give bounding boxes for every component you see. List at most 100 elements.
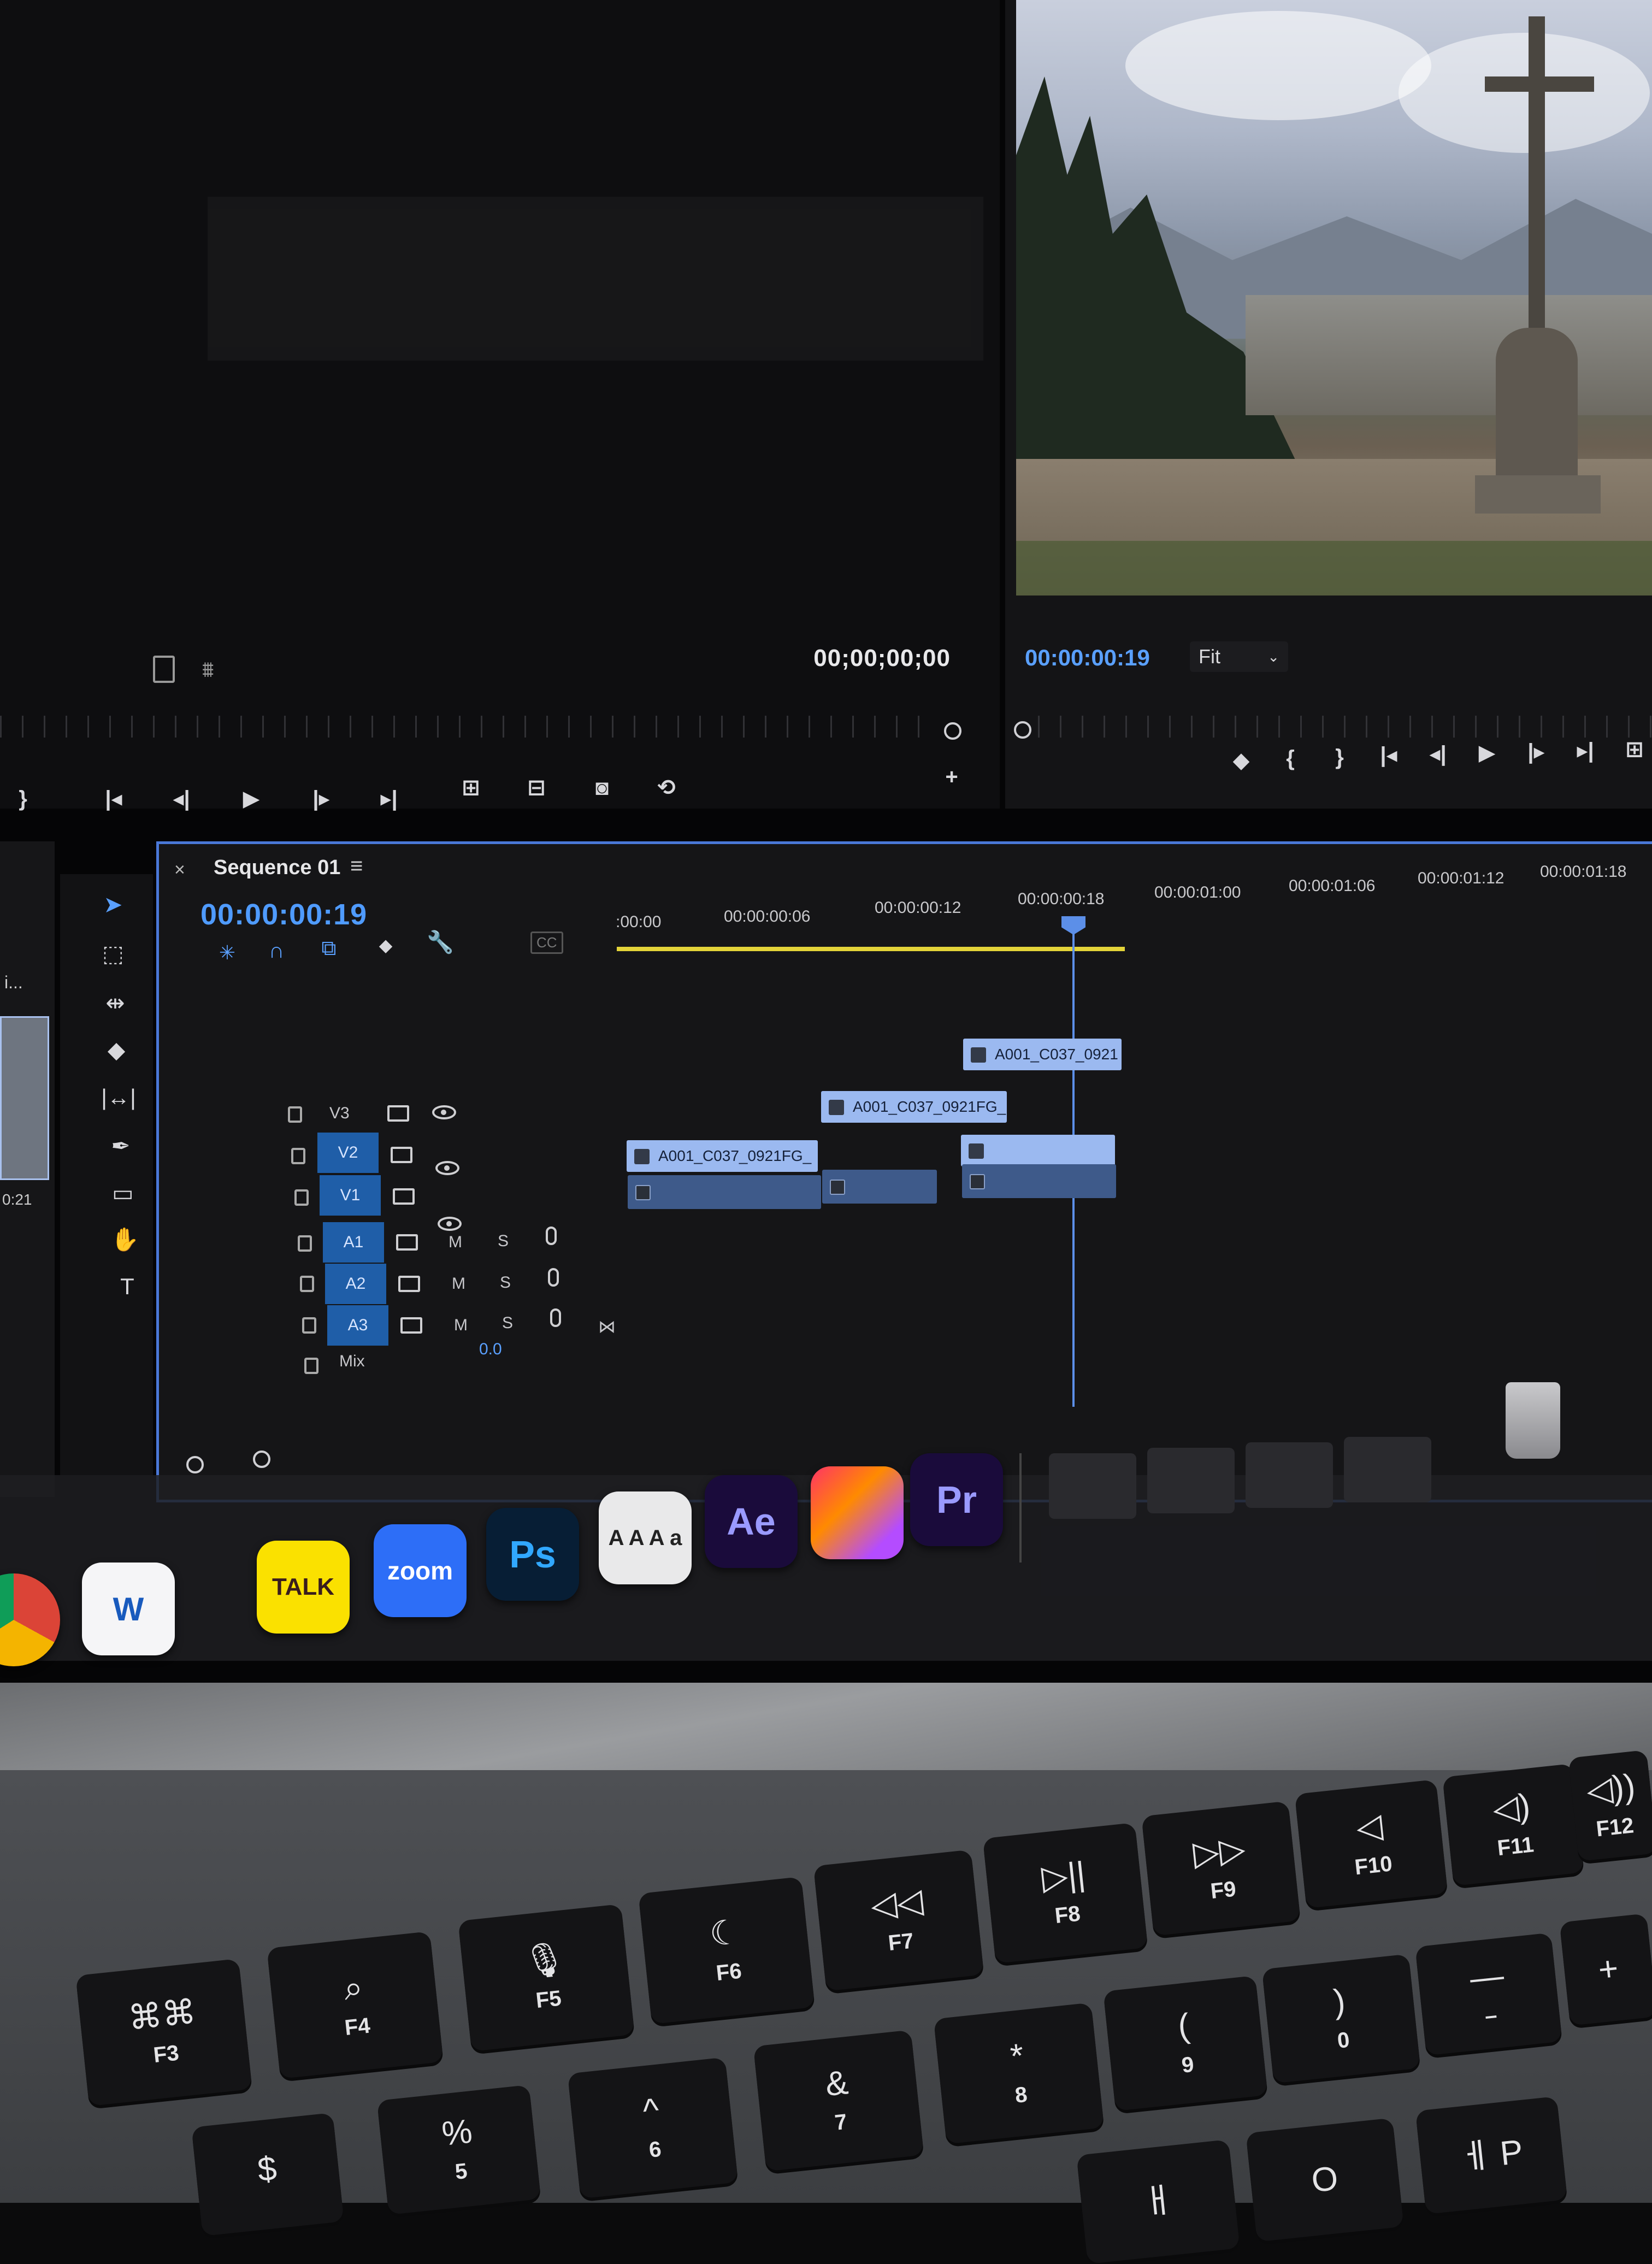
go-to-out-icon[interactable]: ▸| xyxy=(1568,733,1603,768)
go-to-in-icon[interactable]: |◂ xyxy=(96,781,131,816)
go-to-in-icon[interactable]: |◂ xyxy=(1371,738,1406,773)
track-target-a1[interactable]: A1 xyxy=(323,1222,384,1263)
dock-app-zoom[interactable]: zoom xyxy=(374,1524,467,1617)
play-icon[interactable]: ▶ xyxy=(234,781,269,816)
mic-icon[interactable] xyxy=(550,1308,561,1327)
solo-button[interactable]: S xyxy=(498,1232,509,1251)
key-9[interactable]: ( 9 xyxy=(1103,1975,1268,2112)
key-minus[interactable]: — – xyxy=(1415,1932,1562,2056)
mix-volume-value[interactable]: 0.0 xyxy=(479,1340,502,1359)
mark-in-icon[interactable]: { xyxy=(1273,741,1308,776)
key-plus[interactable]: + xyxy=(1559,1913,1652,2026)
lock-icon[interactable] xyxy=(300,1276,314,1292)
mute-button[interactable]: M xyxy=(449,1233,462,1252)
sequence-tab-title[interactable]: Sequence 01 xyxy=(214,856,340,880)
clip-a1-segment[interactable] xyxy=(962,1164,1116,1198)
key-i[interactable]: ㅐ xyxy=(1076,2139,1240,2264)
close-icon[interactable]: × xyxy=(174,859,185,881)
key-f8[interactable]: ▷|| F8 xyxy=(982,1822,1148,1964)
dock-recent-window[interactable] xyxy=(1344,1437,1431,1502)
sync-lock-icon[interactable] xyxy=(393,1188,415,1205)
sequence-timecode[interactable]: 00:00:00:19 xyxy=(200,898,367,931)
track-target-a3[interactable]: A3 xyxy=(327,1305,388,1346)
step-forward-icon[interactable]: |▸ xyxy=(1519,734,1554,769)
solo-button[interactable]: S xyxy=(502,1314,513,1333)
mute-button[interactable]: M xyxy=(452,1275,465,1293)
sync-lock-icon[interactable] xyxy=(398,1276,420,1292)
track-target-v2[interactable]: V2 xyxy=(317,1133,379,1173)
marker-icon[interactable] xyxy=(153,656,175,683)
eye-icon[interactable] xyxy=(432,1105,456,1119)
mute-button[interactable]: M xyxy=(454,1316,468,1335)
bowtie-icon[interactable]: ⋈ xyxy=(598,1316,616,1337)
camera-icon[interactable]: ◙ xyxy=(585,770,620,805)
sync-lock-icon[interactable] xyxy=(396,1234,418,1251)
key-0[interactable]: ) 0 xyxy=(1261,1954,1421,2084)
rectangle-tool-icon[interactable]: ▭ xyxy=(104,1174,142,1212)
ripple-edit-tool-icon[interactable]: ⇹ xyxy=(96,983,134,1022)
clip-a1[interactable] xyxy=(628,1175,821,1209)
zoom-fit-select[interactable]: Fit ⌄ xyxy=(1190,641,1288,672)
nest-icon[interactable]: ✳ xyxy=(208,934,246,972)
key-f4[interactable]: ⌕ F4 xyxy=(267,1931,444,2079)
track-target-v1[interactable]: V1 xyxy=(320,1175,381,1216)
source-zoom-handle[interactable] xyxy=(944,722,961,740)
dock-app-word[interactable]: W xyxy=(82,1563,175,1655)
razor-tool-icon[interactable]: ◆ xyxy=(97,1030,135,1069)
key-f11[interactable]: ◁) F11 xyxy=(1442,1764,1584,1886)
insert-icon[interactable]: ⊞ xyxy=(453,770,488,805)
mic-icon[interactable] xyxy=(548,1268,559,1287)
dock-app-kakaotalk[interactable]: TALK xyxy=(257,1541,350,1634)
slip-tool-icon[interactable]: |↔| xyxy=(99,1078,138,1117)
dock-recent-window[interactable] xyxy=(1049,1453,1136,1519)
sync-lock-icon[interactable] xyxy=(387,1105,409,1122)
clip-a1-segment[interactable] xyxy=(822,1170,937,1204)
wrench-icon[interactable]: 🔧 xyxy=(421,923,459,961)
key-f7[interactable]: ◁◁ F7 xyxy=(813,1849,984,1991)
key-4[interactable]: $ xyxy=(191,2112,344,2237)
eye-icon[interactable] xyxy=(438,1217,462,1231)
go-to-out-icon[interactable]: ▸| xyxy=(371,781,406,816)
program-zoom-handle[interactable] xyxy=(1014,721,1031,739)
key-5[interactable]: % 5 xyxy=(376,2084,541,2215)
audio-waveform-icon[interactable]: ⩩ xyxy=(202,658,214,682)
key-7[interactable]: & 7 xyxy=(753,2030,924,2172)
dock-app-after-effects[interactable]: Ae xyxy=(705,1475,798,1568)
key-8[interactable]: * 8 xyxy=(933,2002,1105,2144)
lock-icon[interactable] xyxy=(304,1358,318,1374)
key-f3[interactable]: ⌘⌘ F3 xyxy=(75,1958,252,2107)
dock-app-premiere-pro[interactable]: Pr xyxy=(910,1453,1003,1546)
lock-icon[interactable] xyxy=(291,1148,305,1164)
project-thumbnail[interactable] xyxy=(0,1016,49,1180)
sync-lock-icon[interactable] xyxy=(400,1317,422,1334)
play-icon[interactable]: ▶ xyxy=(1470,735,1504,770)
dock-app-photoshop[interactable]: Ps xyxy=(486,1508,579,1601)
add-button-icon[interactable]: + xyxy=(934,759,969,794)
dock-recent-window[interactable] xyxy=(1147,1448,1235,1513)
program-timecode[interactable]: 00:00:00:19 xyxy=(1025,645,1150,671)
step-back-icon[interactable]: ◂| xyxy=(164,781,199,816)
dock-app-creative-cloud[interactable] xyxy=(811,1466,904,1559)
track-target-a2[interactable]: A2 xyxy=(325,1264,386,1304)
work-area-bar[interactable] xyxy=(617,947,1125,951)
lock-icon[interactable] xyxy=(288,1106,302,1123)
dock-app-font-book[interactable]: A A A a xyxy=(599,1491,692,1584)
clip-v1[interactable]: A001_C037_0921FG_ xyxy=(627,1140,818,1172)
lock-icon[interactable] xyxy=(302,1317,316,1334)
key-f10[interactable]: ◁ F10 xyxy=(1294,1779,1448,1909)
step-forward-icon[interactable]: |▸ xyxy=(304,781,339,816)
trash-icon[interactable] xyxy=(1506,1382,1560,1459)
lock-icon[interactable] xyxy=(294,1189,309,1206)
type-tool-icon[interactable]: T xyxy=(108,1267,146,1306)
add-marker-icon[interactable]: ◆ xyxy=(367,926,405,964)
hamburger-menu-icon[interactable]: ≡ xyxy=(350,854,363,879)
key-f5[interactable]: 🎙 F5 xyxy=(458,1903,635,2052)
overwrite-icon[interactable]: ⊟ xyxy=(519,770,554,805)
captions-button[interactable]: CC xyxy=(530,931,563,954)
clip-v1-segment[interactable] xyxy=(961,1135,1115,1166)
add-marker-icon[interactable]: ◆ xyxy=(1224,743,1259,778)
key-f6[interactable]: ☾ F6 xyxy=(638,1876,815,2025)
clip-v3[interactable]: A001_C037_0921 xyxy=(963,1039,1122,1070)
dock-recent-window[interactable] xyxy=(1246,1442,1333,1508)
sync-lock-icon[interactable] xyxy=(391,1147,412,1163)
